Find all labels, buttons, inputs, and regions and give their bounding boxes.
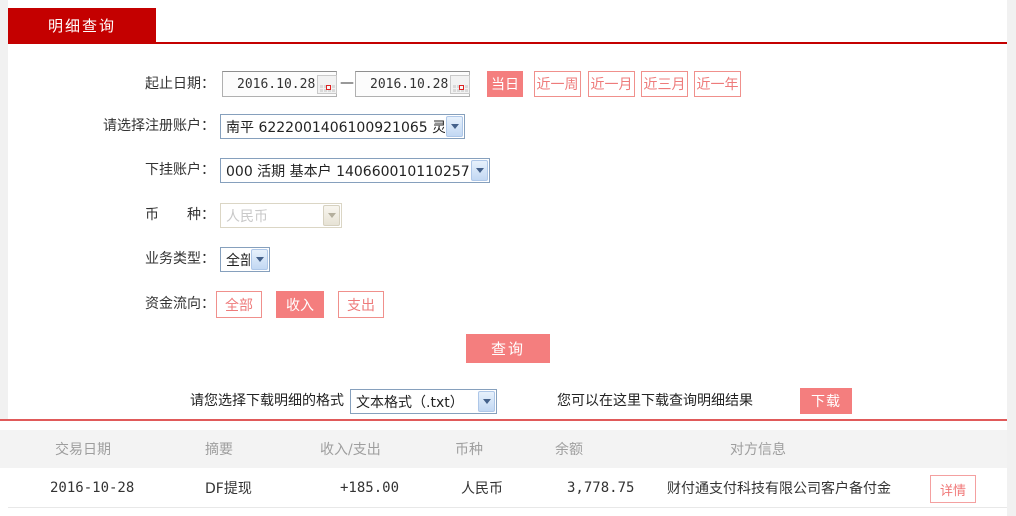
fund-flow-expense-button[interactable]: 支出 (338, 291, 384, 318)
start-date-input[interactable] (222, 71, 337, 97)
cell-counterparty: 财付通支付科技有限公司客户备付金 (667, 480, 891, 497)
chevron-down-icon[interactable] (478, 391, 495, 412)
chevron-down-icon (323, 205, 340, 226)
header-counterparty: 对方信息 (730, 442, 786, 458)
cell-summary: DF提现 (205, 480, 252, 497)
download-hint: 您可以在这里下载查询明细结果 (557, 393, 753, 409)
business-type-label: 业务类型： (145, 251, 215, 267)
register-account-row: 请选择注册账户： 南平 6222001406100921065 灵通卡 (0, 114, 1007, 139)
register-account-select[interactable]: 南平 6222001406100921065 灵通卡 (220, 114, 465, 139)
business-type-value: 全部 (226, 252, 250, 269)
tab-label: 明细查询 (47, 16, 116, 35)
date-range-row: 起止日期： — 当日 近一周 近一月 近三月 近一年 (0, 71, 1007, 97)
date-range-label: 起止日期： (145, 76, 215, 92)
quick-range-month-button[interactable]: 近一月 (588, 71, 635, 97)
chevron-down-icon[interactable] (471, 160, 488, 181)
cell-balance: 3,778.75 (567, 479, 635, 496)
sub-account-value: 000 活期 基本户 1406600101102571848 (226, 163, 470, 180)
cell-trade-date: 2016-10-28 (50, 479, 135, 496)
table-header-row: 交易日期 摘要 收入/支出 币种 余额 对方信息 (0, 430, 1007, 468)
table-row: 2016-10-28 DF提现 +185.00 人民币 3,778.75 财付通… (0, 468, 1007, 507)
date-separator: — (340, 75, 354, 91)
calendar-icon[interactable] (317, 74, 337, 94)
quick-range-year-button[interactable]: 近一年 (694, 71, 741, 97)
sub-account-select[interactable]: 000 活期 基本户 1406600101102571848 (220, 158, 490, 183)
download-button[interactable]: 下载 (800, 388, 852, 414)
end-date-field[interactable] (370, 76, 450, 92)
quick-range-today-button[interactable]: 当日 (487, 71, 523, 97)
tab-underline (8, 42, 1007, 44)
chevron-down-icon[interactable] (251, 249, 268, 270)
sub-account-label: 下挂账户： (145, 162, 215, 178)
detail-button[interactable]: 详情 (930, 475, 976, 503)
header-income-expense: 收入/支出 (320, 442, 381, 458)
download-format-label: 请您选择下载明细的格式 (190, 393, 344, 409)
fund-flow-row: 资金流向： 全部 收入 支出 (0, 291, 1007, 318)
quick-range-3months-button[interactable]: 近三月 (641, 71, 688, 97)
download-row: 请您选择下载明细的格式 文本格式（.txt） 您可以在这里下载查询明细结果 下载 (0, 388, 1007, 414)
fund-flow-income-button[interactable]: 收入 (276, 291, 324, 318)
query-button[interactable]: 查询 (466, 334, 550, 363)
currency-row: 币 种： 人民币 (0, 203, 1007, 228)
header-trade-date: 交易日期 (55, 442, 111, 458)
currency-label: 币 种： (145, 207, 215, 223)
cell-currency: 人民币 (461, 480, 503, 497)
row-bottom-border (8, 507, 1007, 508)
sub-account-row: 下挂账户： 000 活期 基本户 1406600101102571848 (0, 158, 1007, 183)
table-top-border (0, 419, 1007, 421)
currency-select: 人民币 (220, 203, 342, 228)
currency-value: 人民币 (226, 208, 268, 225)
register-account-label: 请选择注册账户： (103, 118, 215, 134)
calendar-icon[interactable] (450, 74, 470, 94)
tab-detail-query[interactable]: 明细查询 (8, 8, 156, 42)
business-type-select[interactable]: 全部 (220, 247, 270, 272)
start-date-field[interactable] (237, 76, 317, 92)
chevron-down-icon[interactable] (446, 116, 463, 137)
download-format-select[interactable]: 文本格式（.txt） (350, 389, 497, 414)
business-type-row: 业务类型： 全部 (0, 247, 1007, 272)
cell-amount: +185.00 (340, 479, 400, 496)
header-summary: 摘要 (205, 442, 233, 458)
end-date-input[interactable] (355, 71, 470, 97)
register-account-value: 南平 6222001406100921065 灵通卡 (226, 119, 445, 136)
detail-query-page: 明细查询 起止日期： — 当日 近一周 近一月 近三月 (0, 0, 1016, 516)
download-format-value: 文本格式（.txt） (356, 394, 464, 411)
header-balance: 余额 (555, 442, 583, 458)
fund-flow-label: 资金流向： (145, 296, 215, 312)
header-currency: 币种 (455, 442, 483, 458)
quick-range-week-button[interactable]: 近一周 (534, 71, 581, 97)
right-gutter (1007, 0, 1016, 516)
fund-flow-all-button[interactable]: 全部 (216, 291, 262, 318)
